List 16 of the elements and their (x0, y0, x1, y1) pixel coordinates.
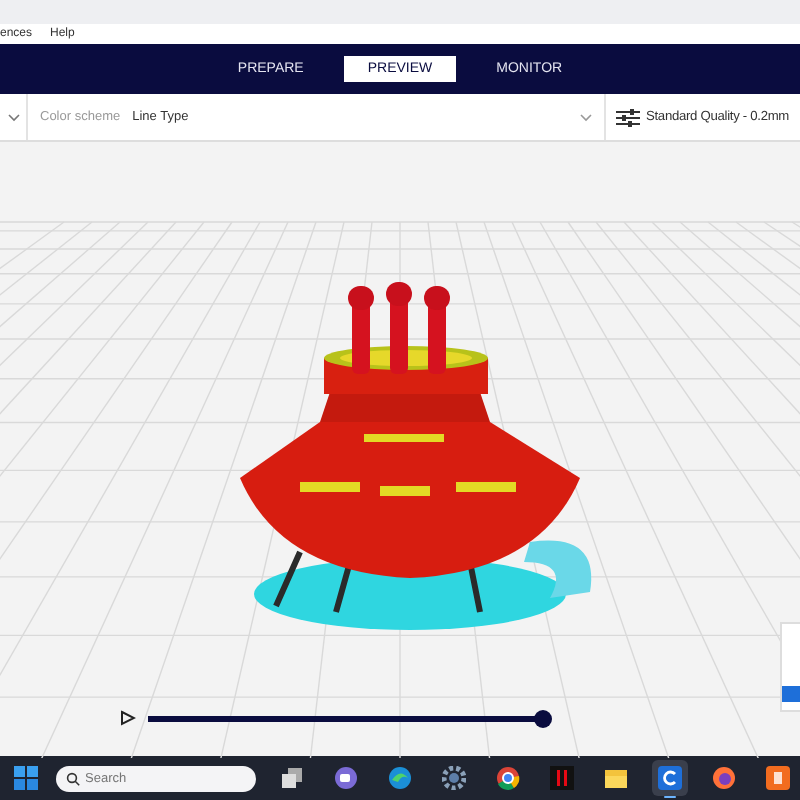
chat-icon[interactable] (333, 766, 357, 790)
settings-icon[interactable] (441, 766, 465, 790)
folder-icon[interactable] (603, 766, 627, 790)
task-view-icon[interactable] (279, 766, 303, 790)
browser-icon[interactable] (387, 766, 411, 790)
chevron-down-icon[interactable] (580, 113, 592, 121)
app-icon[interactable] (765, 766, 789, 790)
browser-icon[interactable] (711, 766, 735, 790)
search-icon (65, 771, 79, 785)
video-app-icon[interactable] (549, 766, 573, 790)
browser-icon[interactable] (495, 766, 519, 790)
app-icon[interactable] (657, 766, 681, 790)
settings-sliders-icon[interactable] (616, 107, 640, 127)
chevron-down-icon[interactable] (7, 113, 19, 121)
windows-start-icon[interactable] (13, 766, 37, 790)
play-icon[interactable] (120, 710, 136, 726)
